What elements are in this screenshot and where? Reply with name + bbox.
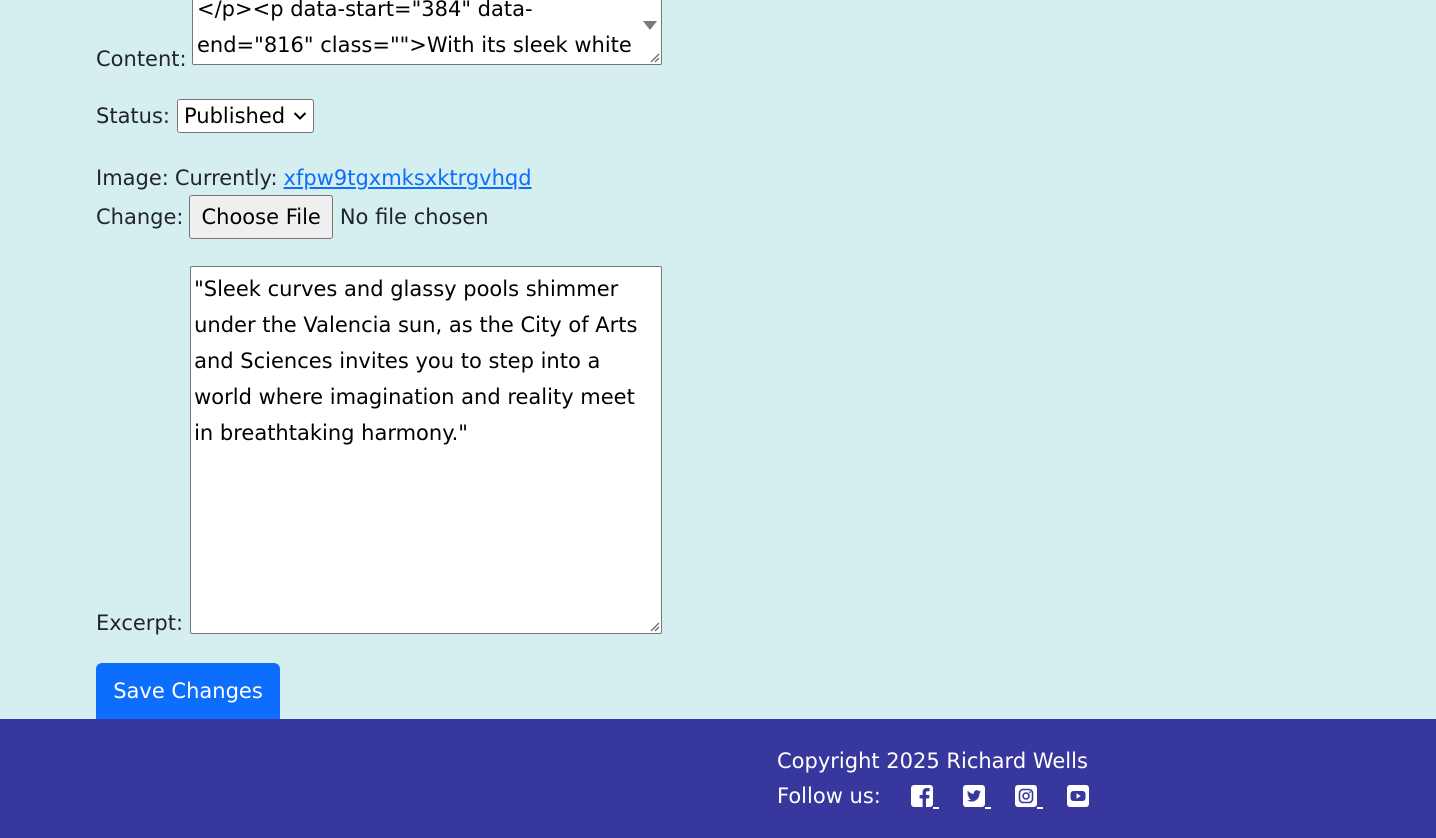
excerpt-textarea[interactable]: "Sleek curves and glassy pools shimmer u… [190, 266, 663, 634]
content-field-row: Content: [96, 0, 187, 72]
image-label: Image: [96, 165, 169, 190]
content-text: </p><p data-start="384" data-end="816" c… [197, 0, 632, 57]
youtube-icon[interactable] [1066, 785, 1089, 807]
change-field-row: Change: Choose File No file chosen [96, 194, 489, 240]
follow-us: Follow us: [777, 784, 1089, 809]
twitter-icon[interactable] [962, 785, 991, 809]
excerpt-label: Excerpt: [96, 611, 184, 635]
chevron-down-icon [293, 112, 307, 120]
instagram-icon[interactable] [1014, 785, 1043, 809]
resize-grip-icon[interactable] [648, 620, 660, 632]
edit-post-page: Content: </p><p data-start="384" data-en… [0, 0, 1436, 838]
current-image-link[interactable]: xfpw9tgxmksxktrgvhqd [284, 166, 532, 190]
copyright-text: Copyright 2025 Richard Wells [777, 749, 1088, 773]
footer: Copyright 2025 Richard Wells Follow us: [0, 719, 1436, 838]
excerpt-field-row: Excerpt: "Sleek curves and glassy pools … [96, 262, 663, 635]
image-field-row: Image: Currently: xfpw9tgxmksxktrgvhqd [96, 163, 532, 193]
currently-label: Currently: [174, 165, 278, 190]
excerpt-text: "Sleek curves and glassy pools shimmer u… [194, 277, 638, 445]
social-links [910, 785, 1089, 809]
content-textarea[interactable]: </p><p data-start="384" data-end="816" c… [192, 0, 662, 65]
scroll-down-arrow-icon[interactable] [643, 21, 657, 30]
change-label: Change: [96, 204, 184, 229]
status-label: Status: [96, 103, 170, 128]
facebook-icon[interactable] [910, 785, 939, 809]
follow-label: Follow us: [777, 784, 881, 808]
choose-file-button[interactable]: Choose File [189, 195, 333, 239]
content-label: Content: [96, 47, 187, 71]
status-field-row: Status: Published [96, 98, 315, 134]
status-select[interactable]: Published [177, 99, 315, 133]
file-status-text: No file chosen [339, 205, 489, 229]
resize-grip-icon[interactable] [648, 51, 660, 63]
status-selected-value: Published [184, 104, 286, 128]
save-changes-button[interactable]: Save Changes [96, 663, 280, 719]
